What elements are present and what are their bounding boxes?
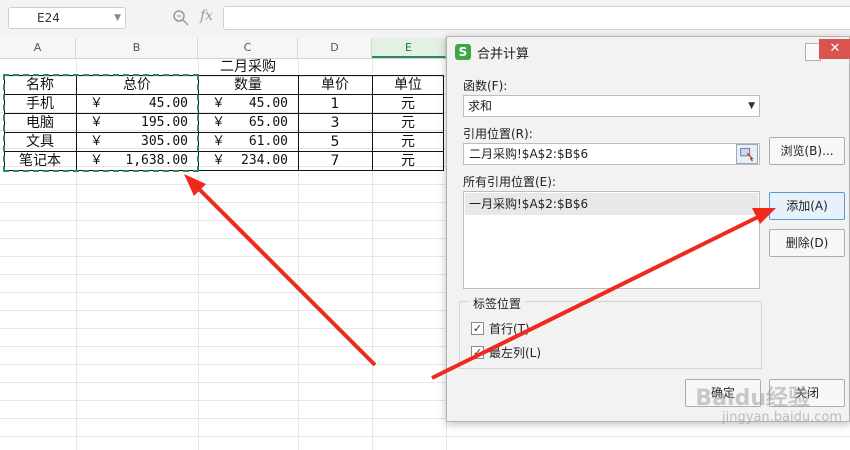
watermark-logo: Baidu经验	[695, 386, 810, 411]
arrow-to-add-button	[431, 214, 761, 380]
watermark-url: jingyan.baidu.com	[722, 410, 842, 425]
arrow-to-selection	[194, 184, 377, 367]
